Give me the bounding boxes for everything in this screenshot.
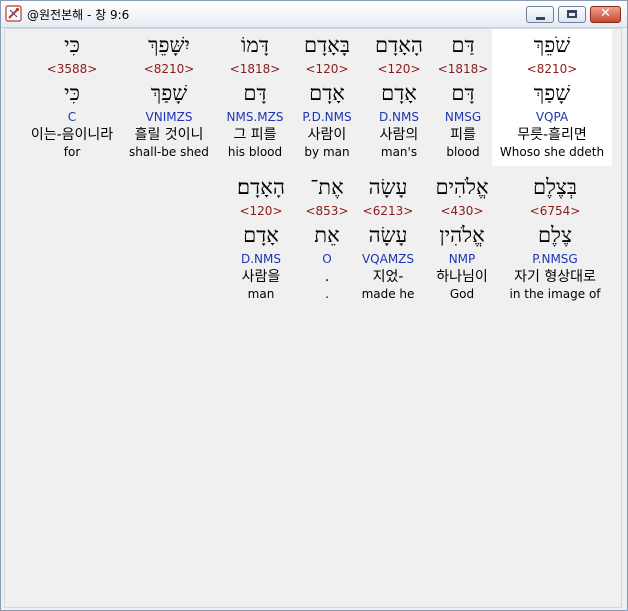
- morphology-code: D.NMS: [240, 252, 281, 266]
- app-window: @원전본해 - 창 9:6 ✕ שֹׁפֵךְ <8210> שָׁפַךְ V…: [0, 0, 628, 611]
- maximize-icon: [567, 10, 577, 18]
- lemma-word: אָדָם: [243, 223, 279, 247]
- word-block[interactable]: הָאָדָם׃ <120> אָדָם D.NMS 사람을 man: [201, 171, 321, 308]
- korean-gloss: 이는-음이니라: [30, 127, 114, 143]
- interlinear-pane: שֹׁפֵךְ <8210> שָׁפַךְ VQPA 무릇-흘리면 Whoso…: [4, 28, 622, 608]
- english-gloss: man: [247, 287, 275, 301]
- window-title: @원전본해 - 창 9:6: [27, 8, 130, 22]
- minimize-button[interactable]: [526, 6, 554, 23]
- hebrew-word[interactable]: כִּי: [12, 33, 132, 57]
- close-button[interactable]: ✕: [590, 6, 621, 23]
- bible-app-icon[interactable]: [5, 5, 22, 22]
- korean-gloss: 사람을: [241, 269, 281, 285]
- word-block[interactable]: כִּי <3588> כִּי C 이는-음이니라 for: [12, 29, 132, 166]
- hebrew-word[interactable]: הָאָדָם׃: [201, 175, 321, 199]
- lemma-word: כִּי: [64, 81, 80, 105]
- english-gloss: for: [63, 145, 81, 159]
- minimize-icon: [536, 17, 545, 20]
- strong-number[interactable]: <120>: [201, 204, 321, 218]
- morphology-code: C: [67, 110, 77, 124]
- close-icon: ✕: [600, 6, 611, 21]
- maximize-button[interactable]: [558, 6, 586, 23]
- title-bar[interactable]: @원전본해 - 창 9:6 ✕: [1, 1, 627, 28]
- strong-number[interactable]: <3588>: [12, 62, 132, 76]
